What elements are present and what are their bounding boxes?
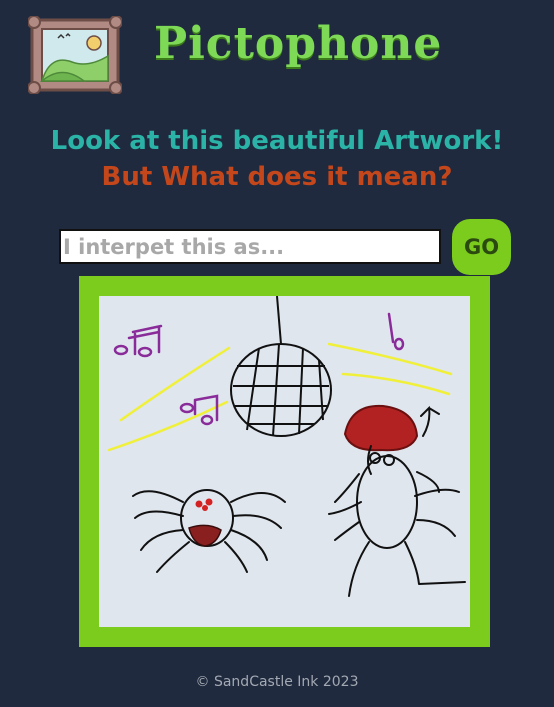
artwork-drawing xyxy=(107,296,466,597)
header: Pictophone xyxy=(28,16,528,96)
go-button[interactable]: GO xyxy=(452,219,511,275)
app-title: Pictophone xyxy=(154,18,443,69)
spider-with-hat-icon xyxy=(328,404,466,597)
disco-ball-icon xyxy=(230,296,332,437)
prompt-heading: Look at this beautiful Artwork! xyxy=(50,126,504,156)
prompt-question: But What does it mean? xyxy=(101,162,453,192)
artwork-canvas xyxy=(99,296,470,627)
guess-input[interactable] xyxy=(59,229,441,264)
footer-copyright: © SandCastle Ink 2023 xyxy=(195,674,359,690)
artwork-frame xyxy=(79,276,490,647)
framed-picture-icon xyxy=(28,16,122,94)
music-note-icon xyxy=(113,312,405,426)
